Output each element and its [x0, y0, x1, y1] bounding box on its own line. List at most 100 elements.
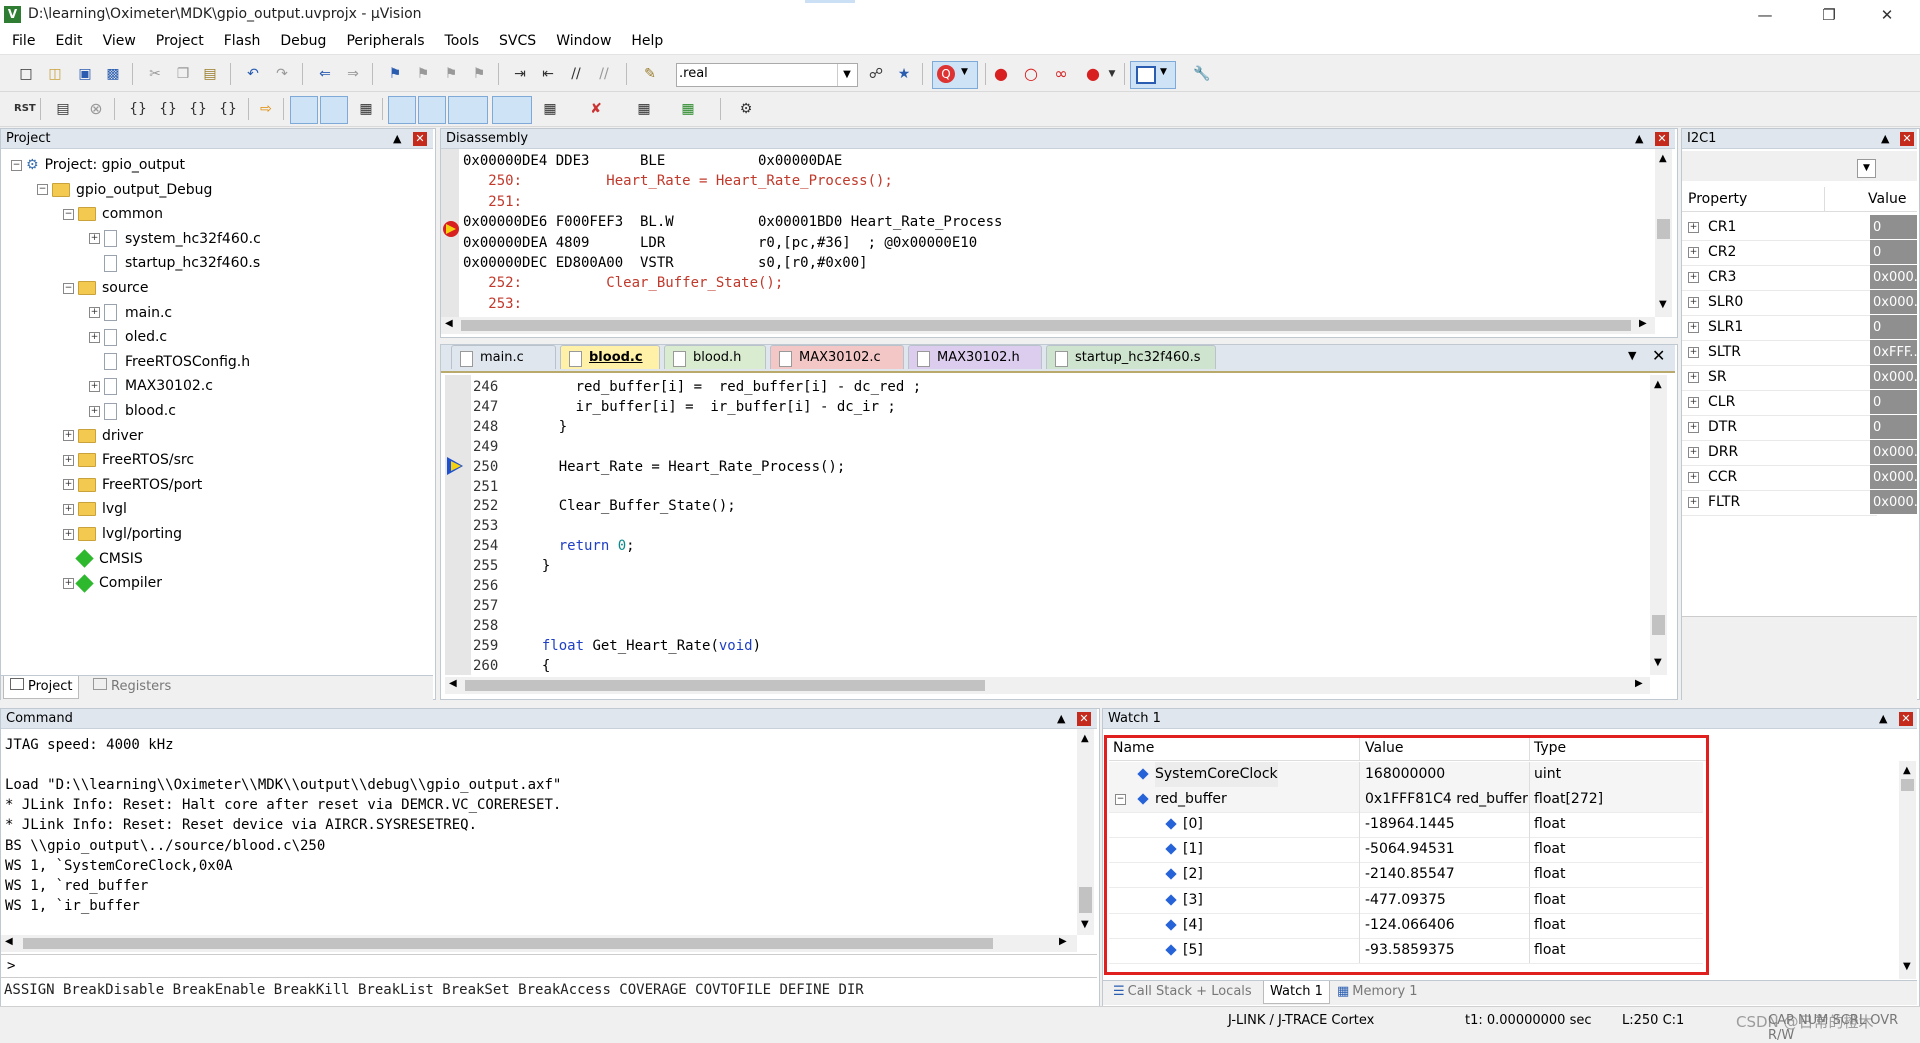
- pin-icon[interactable]: ▲: [1881, 129, 1889, 149]
- menu-view[interactable]: View: [91, 30, 144, 49]
- scroll-left-icon[interactable]: ◀: [445, 318, 453, 329]
- tree-item[interactable]: startup_hc32f460.s: [89, 251, 260, 275]
- command-window-icon[interactable]: [290, 96, 318, 124]
- collapse-icon[interactable]: −: [1115, 794, 1126, 806]
- expand-icon[interactable]: +: [1688, 447, 1699, 458]
- disassembly-vscroll[interactable]: ▲ ▼: [1655, 149, 1672, 317]
- tree-item[interactable]: − gpio_output_Debug: [37, 178, 212, 202]
- expand-icon[interactable]: +: [1688, 347, 1699, 358]
- kill-all-breakpoints-icon[interactable]: ●: [1083, 64, 1103, 84]
- scroll-down-icon[interactable]: ▼: [1081, 919, 1089, 930]
- register-value[interactable]: 0x000...: [1870, 365, 1917, 389]
- tree-item[interactable]: + driver: [63, 424, 143, 448]
- expand-icon[interactable]: +: [1688, 372, 1699, 383]
- register-value[interactable]: 0: [1870, 215, 1917, 239]
- collapse-icon[interactable]: −: [63, 208, 74, 220]
- tree-item[interactable]: + system_hc32f460.c: [89, 227, 261, 251]
- command-hscroll[interactable]: ◀ ▶: [1, 935, 1077, 952]
- expand-icon[interactable]: +: [1688, 472, 1699, 483]
- expand-icon[interactable]: +: [89, 233, 100, 245]
- tree-item[interactable]: + lvgl: [63, 497, 127, 521]
- register-value[interactable]: 0: [1870, 315, 1917, 339]
- editor-vscroll[interactable]: ▲ ▼: [1650, 375, 1667, 675]
- tab-call-stack-locals[interactable]: ☰ Call Stack + Locals: [1107, 981, 1258, 1003]
- pin-icon[interactable]: ▲: [393, 129, 401, 149]
- close-icon[interactable]: ✕: [1655, 132, 1669, 146]
- step-out-icon[interactable]: {}: [188, 99, 208, 119]
- incremental-find-icon[interactable]: ★: [894, 64, 914, 84]
- register-value[interactable]: 0xFFF...: [1870, 340, 1917, 364]
- hscroll-thumb[interactable]: [23, 938, 993, 949]
- toolbox-icon[interactable]: ⚙: [736, 99, 756, 119]
- register-row[interactable]: + CR3 0x000...: [1682, 265, 1917, 291]
- register-value[interactable]: 0x000...: [1870, 265, 1917, 289]
- minimize-button[interactable]: —: [1742, 0, 1788, 30]
- scroll-right-icon[interactable]: ▶: [1059, 936, 1067, 947]
- expand-icon[interactable]: +: [89, 307, 100, 319]
- find-icon[interactable]: ☍: [866, 64, 886, 84]
- step-over-icon[interactable]: {}: [158, 99, 178, 119]
- disable-all-breakpoints-icon[interactable]: ∞: [1051, 64, 1071, 84]
- serial-window-icon[interactable]: ▦: [540, 99, 560, 119]
- menu-project[interactable]: Project: [144, 30, 212, 49]
- scroll-up-icon[interactable]: ▲: [1659, 153, 1667, 164]
- scroll-down-icon[interactable]: ▼: [1654, 657, 1662, 668]
- tab-memory-1[interactable]: ▦ Memory 1: [1331, 981, 1424, 1003]
- tree-item[interactable]: + Compiler: [63, 571, 162, 595]
- register-row[interactable]: + CR2 0: [1682, 240, 1917, 266]
- expand-icon[interactable]: +: [1688, 322, 1699, 333]
- register-row[interactable]: + DTR 0: [1682, 415, 1917, 441]
- register-value[interactable]: 0x000...: [1870, 465, 1917, 489]
- register-value[interactable]: 0: [1870, 390, 1917, 414]
- unindent-icon[interactable]: ⇤: [538, 64, 558, 84]
- prev-bookmark-icon[interactable]: ⚑: [413, 64, 433, 84]
- tab-list-chevron-icon[interactable]: ▼: [1628, 349, 1636, 362]
- scroll-left-icon[interactable]: ◀: [449, 678, 457, 689]
- property-header[interactable]: Property: [1688, 187, 1747, 211]
- register-row[interactable]: + SLR1 0: [1682, 315, 1917, 341]
- watch-row[interactable]: [2] -2140.85547 float: [1109, 862, 1703, 889]
- pin-icon[interactable]: ▲: [1879, 709, 1887, 729]
- scroll-up-icon[interactable]: ▲: [1903, 765, 1911, 776]
- nav-back-icon[interactable]: ⇐: [315, 64, 335, 84]
- scroll-thumb[interactable]: [1657, 219, 1670, 239]
- register-row[interactable]: + SLTR 0xFFF...: [1682, 340, 1917, 366]
- scroll-thumb[interactable]: [1901, 779, 1914, 791]
- chevron-down-icon[interactable]: ▼: [1857, 159, 1876, 178]
- menu-svcs[interactable]: SVCS: [487, 30, 544, 49]
- register-row[interactable]: + SR 0x000...: [1682, 365, 1917, 391]
- enable-breakpoint-icon[interactable]: ○: [1021, 64, 1041, 84]
- expand-icon[interactable]: +: [1688, 297, 1699, 308]
- window-layout-button[interactable]: ▼: [1130, 61, 1176, 89]
- copy-icon[interactable]: ❐: [173, 64, 193, 84]
- close-icon[interactable]: ✕: [1899, 712, 1913, 726]
- scroll-up-icon[interactable]: ▲: [1081, 733, 1089, 744]
- command-input-row[interactable]: >: [1, 954, 1097, 978]
- type-header[interactable]: Type: [1534, 736, 1566, 760]
- system-viewer-icon[interactable]: ▦: [678, 99, 698, 119]
- watch-value[interactable]: -93.5859375: [1365, 938, 1455, 963]
- step-into-icon[interactable]: {}: [128, 99, 148, 119]
- watch-window-icon[interactable]: [448, 96, 488, 124]
- scroll-left-icon[interactable]: ◀: [5, 936, 13, 947]
- tree-item[interactable]: − source: [63, 276, 149, 300]
- value-header[interactable]: Value: [1868, 187, 1906, 211]
- undo-icon[interactable]: ↶: [243, 64, 263, 84]
- configure-icon[interactable]: 🔧: [1192, 64, 1212, 84]
- register-row[interactable]: + CR1 0: [1682, 215, 1917, 241]
- tree-item[interactable]: + oled.c: [89, 325, 167, 349]
- close-editor-icon[interactable]: ✕: [1652, 346, 1665, 365]
- tree-item[interactable]: + lvgl/porting: [63, 522, 182, 546]
- scroll-thumb[interactable]: [1652, 615, 1665, 635]
- save-all-icon[interactable]: ▩: [103, 64, 123, 84]
- code-editor[interactable]: 246 red_buffer[i] = red_buffer[i] - dc_r…: [473, 377, 1645, 677]
- expand-icon[interactable]: +: [89, 380, 100, 392]
- scroll-down-icon[interactable]: ▼: [1903, 961, 1911, 972]
- register-row[interactable]: + CCR 0x000...: [1682, 465, 1917, 491]
- tab-startup-hc32f460-s[interactable]: startup_hc32f460.s: [1046, 345, 1216, 369]
- tree-item[interactable]: CMSIS: [63, 547, 143, 571]
- cut-icon[interactable]: ✂: [145, 64, 165, 84]
- editor-hscroll[interactable]: ◀ ▶: [445, 677, 1650, 694]
- memory-window-icon[interactable]: [492, 96, 532, 124]
- target-combo[interactable]: .real ▼: [676, 63, 858, 87]
